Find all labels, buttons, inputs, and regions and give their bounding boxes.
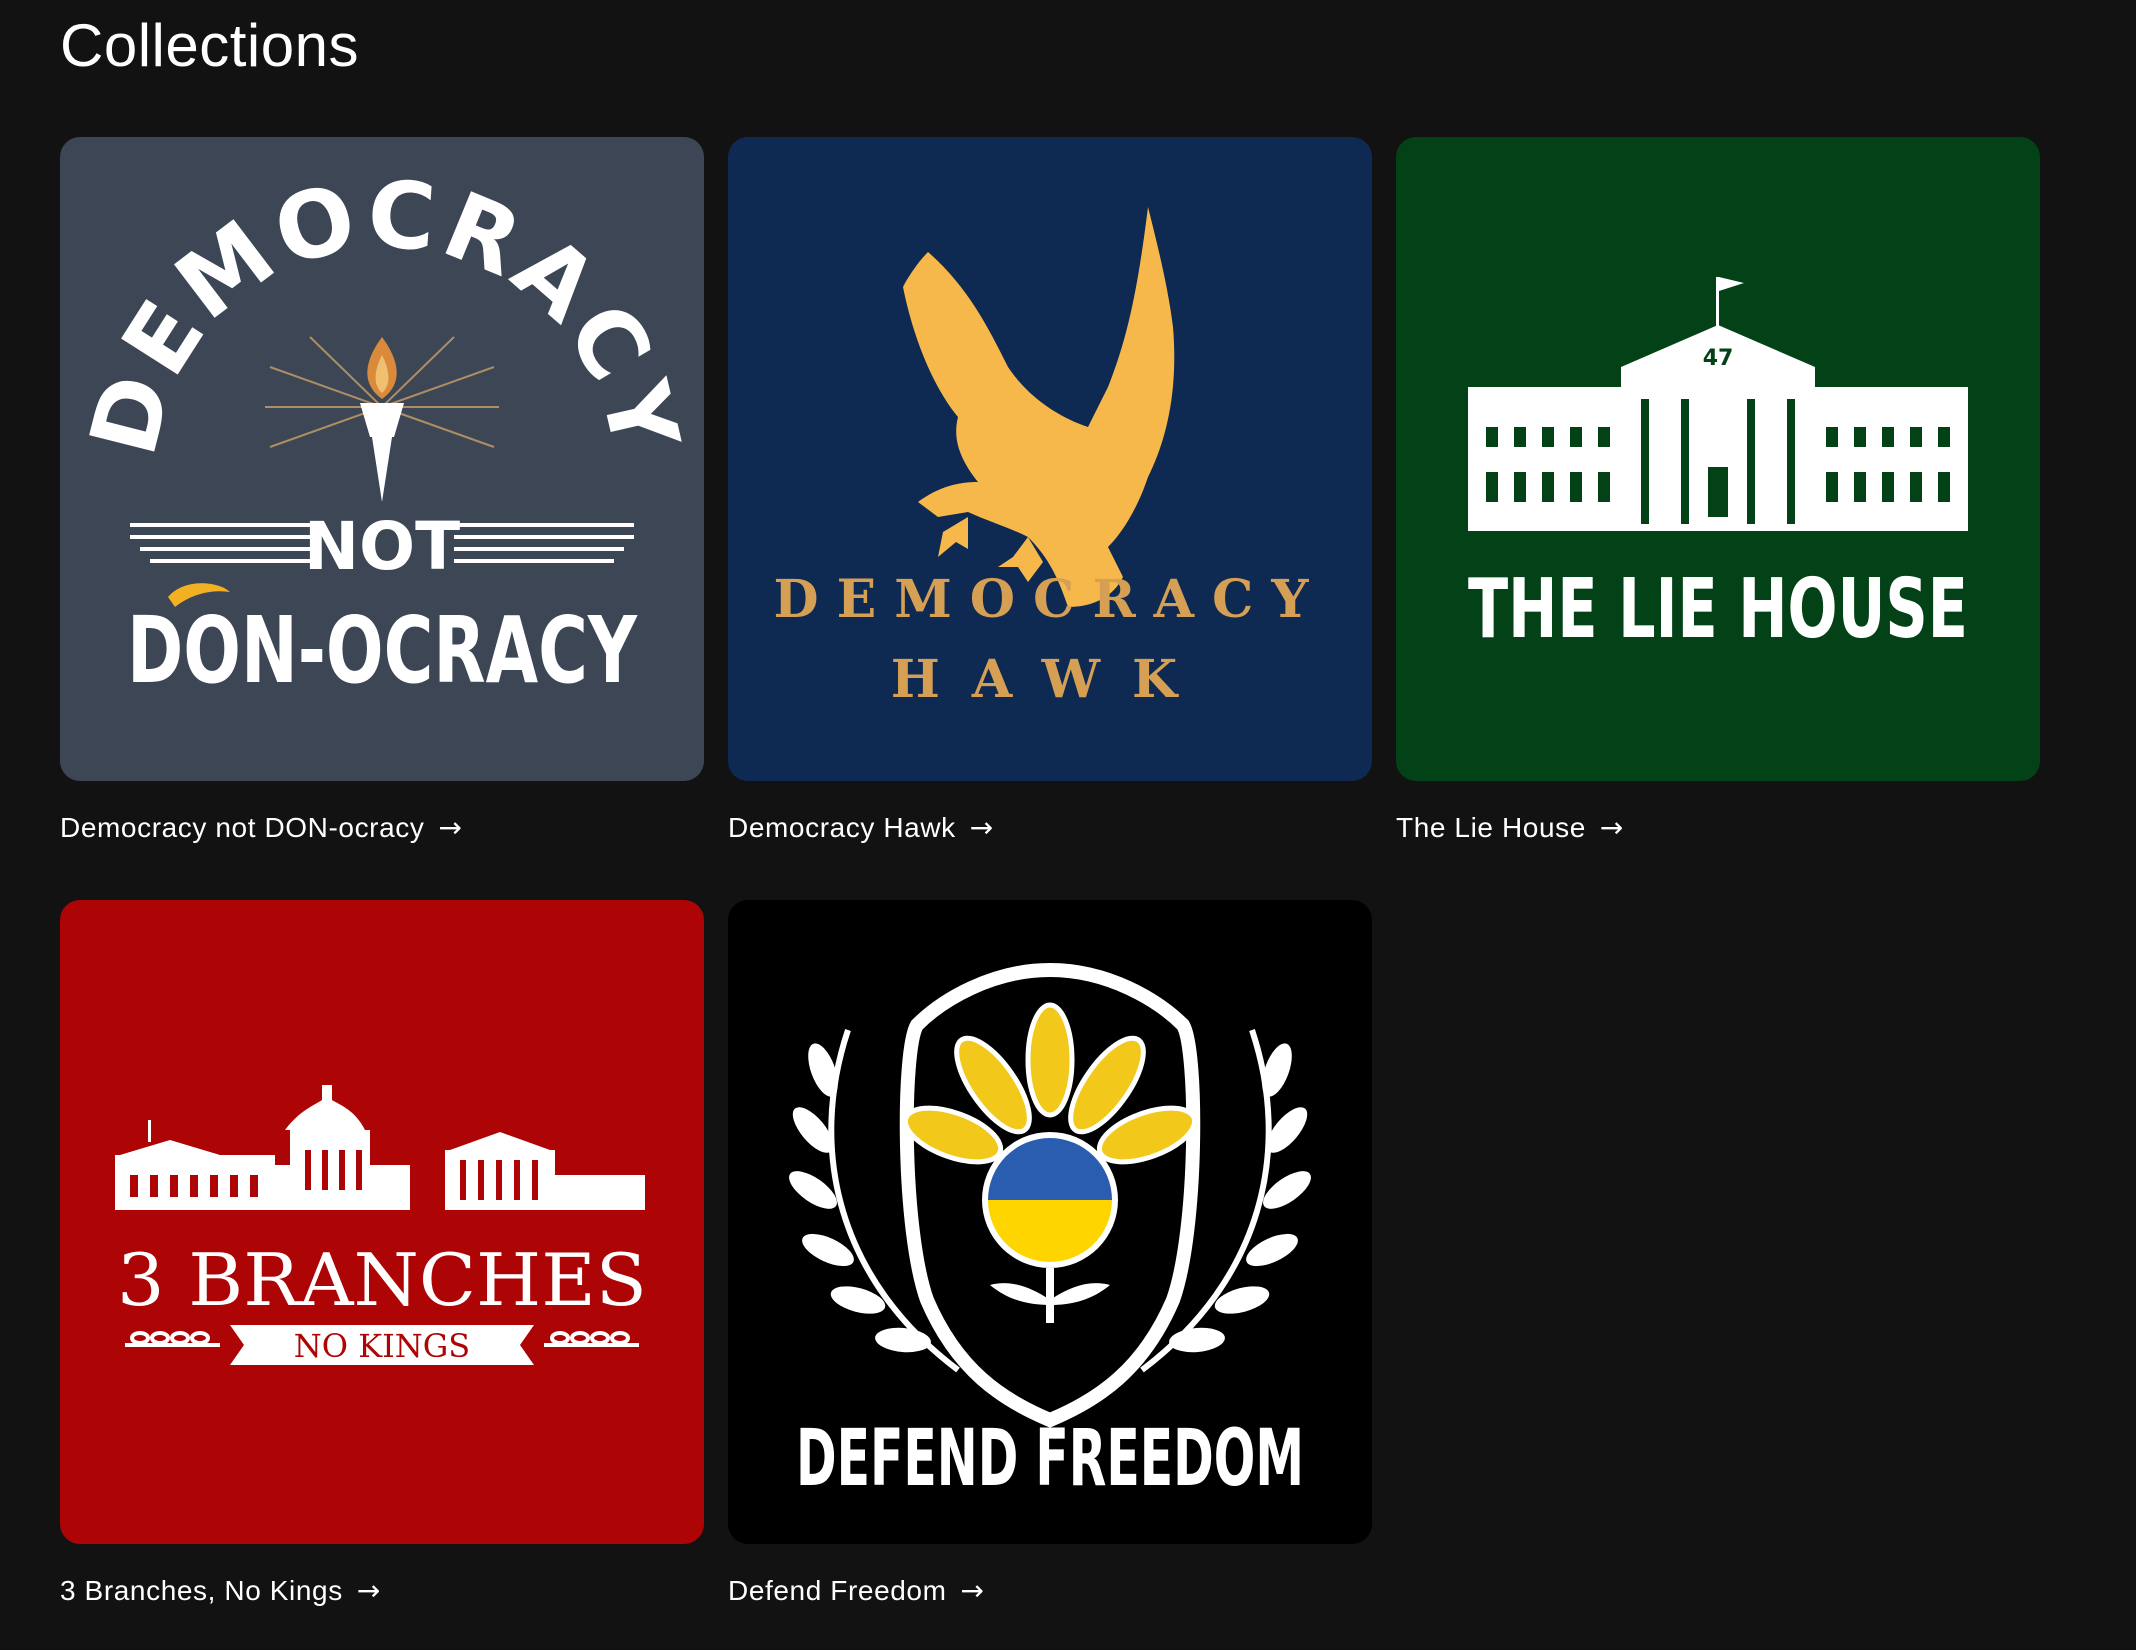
torch-icon xyxy=(360,337,404,502)
collection-link[interactable]: Defend Freedom → xyxy=(728,1574,1372,1608)
democracy-not-donocracy-artwork: DEMOCRACY NOT DON-OCRACY xyxy=(70,160,696,704)
branches-text: 3 BRANCHES xyxy=(117,1238,647,1322)
laurel-right-icon xyxy=(544,1331,639,1347)
collection-image[interactable]: DEMOCRACY HAWK xyxy=(728,137,1372,781)
collection-link[interactable]: 3 Branches, No Kings → xyxy=(60,1574,704,1608)
democracy-hawk-artwork: DEMOCRACY HAWK xyxy=(773,207,1326,710)
arrow-right-icon: → xyxy=(1599,811,1624,844)
collection-card-democracy-not-donocracy[interactable]: DEMOCRACY NOT DON-OCRACY Democracy not D… xyxy=(60,137,704,845)
collection-link[interactable]: The Lie House → xyxy=(1396,811,2040,845)
collection-card-3-branches-no-kings[interactable]: 3 BRANCHES NO KINGS 3 Branches, No Kings… xyxy=(60,900,704,1608)
collection-title: 3 Branches, No Kings xyxy=(60,1575,343,1606)
defend-freedom-artwork: DEFEND FREEDOM xyxy=(789,962,1311,1504)
no-kings-text: NO KINGS xyxy=(294,1327,470,1365)
collection-card-democracy-hawk[interactable]: DEMOCRACY HAWK Democracy Hawk → xyxy=(728,137,1372,845)
laurel-left-icon xyxy=(125,1331,220,1347)
collection-title: Democracy not DON-ocracy xyxy=(60,812,425,843)
collection-title: Democracy Hawk xyxy=(728,812,956,843)
collection-title: The Lie House xyxy=(1396,812,1586,843)
collection-card-defend-freedom[interactable]: DEFEND FREEDOM Defend Freedom → xyxy=(728,900,1372,1608)
badge-47: 47 xyxy=(1703,346,1734,371)
collection-link[interactable]: Democracy not DON-ocracy → xyxy=(60,811,704,845)
page-title: Collections xyxy=(60,12,359,79)
hawk-line2: HAWK xyxy=(891,649,1209,710)
hawk-line1: DEMOCRACY xyxy=(773,569,1326,630)
arrow-right-icon: → xyxy=(960,1574,985,1607)
collection-link[interactable]: Democracy Hawk → xyxy=(728,811,1372,845)
defend-freedom-text: DEFEND FREEDOM xyxy=(796,1414,1304,1504)
three-branches-artwork: 3 BRANCHES NO KINGS xyxy=(115,1085,647,1365)
collection-image[interactable]: 47 THE LIE HOUSE xyxy=(1396,137,2040,781)
collection-card-the-lie-house[interactable]: 47 THE LIE HOUSE The Lie House → xyxy=(1396,137,2040,845)
arrow-right-icon: → xyxy=(356,1574,381,1607)
collection-image[interactable]: DEMOCRACY NOT DON-OCRACY xyxy=(60,137,704,781)
lie-house-artwork: 47 THE LIE HOUSE xyxy=(1468,277,1968,657)
donocracy-text: DON-OCRACY xyxy=(127,597,638,704)
not-text: NOT xyxy=(304,508,460,585)
lie-house-text: THE LIE HOUSE xyxy=(1468,562,1968,657)
arrow-right-icon: → xyxy=(438,811,463,844)
arrow-right-icon: → xyxy=(969,811,994,844)
hawk-icon xyxy=(903,207,1175,607)
collection-image[interactable]: 3 BRANCHES NO KINGS xyxy=(60,900,704,1544)
collection-title: Defend Freedom xyxy=(728,1575,947,1606)
sunflower-icon xyxy=(902,1002,1198,1323)
collection-image[interactable]: DEFEND FREEDOM xyxy=(728,900,1372,1544)
